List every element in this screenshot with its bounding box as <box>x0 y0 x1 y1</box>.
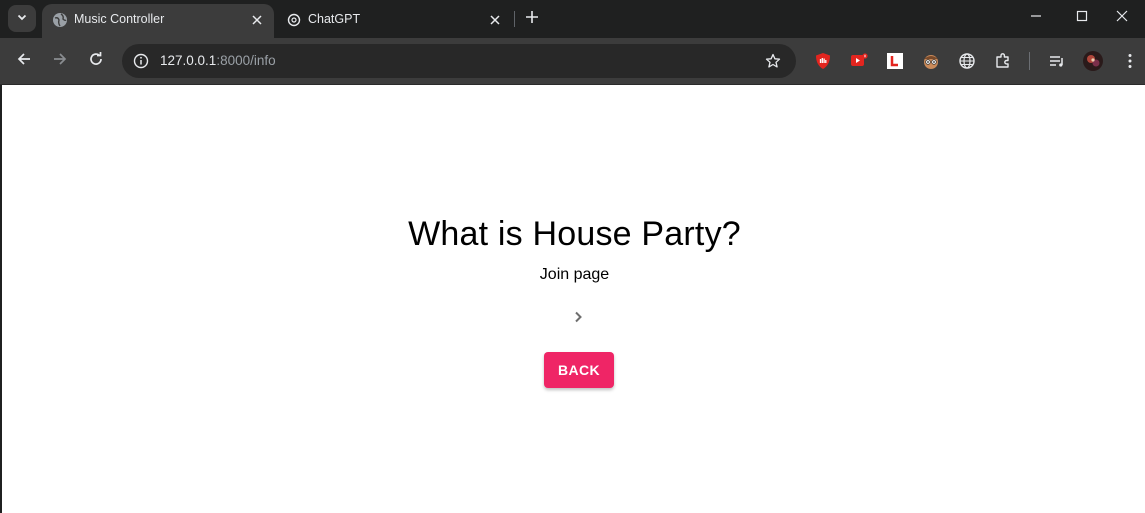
chevron-right-icon <box>571 310 585 329</box>
url-path: :8000/info <box>216 53 276 68</box>
tab-divider <box>514 11 515 27</box>
tab-music-controller[interactable]: Music Controller <box>42 4 274 38</box>
next-page-button[interactable] <box>566 307 590 331</box>
tab-strip: Music Controller ChatGPT <box>0 0 1145 38</box>
tab-chatgpt[interactable]: ChatGPT <box>276 4 512 38</box>
plus-icon <box>525 10 539 29</box>
close-icon[interactable] <box>248 11 266 29</box>
l-extension-icon[interactable] <box>885 51 905 71</box>
tab-title: Music Controller <box>74 12 165 26</box>
new-tab-button[interactable] <box>520 7 544 31</box>
globe-icon <box>52 12 68 28</box>
ublock-icon[interactable] <box>813 51 833 71</box>
chatgpt-icon <box>286 12 302 28</box>
window-close-button[interactable] <box>1099 0 1145 36</box>
reload-button[interactable] <box>82 47 110 75</box>
page-title: What is House Party? <box>408 215 741 253</box>
page-subtext: Join page <box>539 266 610 283</box>
minimize-icon <box>1030 9 1042 27</box>
page-content: What is House Party? Join page BACK <box>0 85 1145 513</box>
url-host: 127.0.0.1 <box>160 53 217 68</box>
back-nav-button[interactable] <box>10 47 38 75</box>
toolbar-divider <box>1029 52 1030 70</box>
address-bar[interactable]: 127.0.0.1:8000/info <box>122 44 796 78</box>
tab-title: ChatGPT <box>308 12 361 26</box>
forward-nav-button[interactable] <box>46 47 74 75</box>
browser-toolbar: 127.0.0.1:8000/info <box>0 38 1145 84</box>
url-text: 127.0.0.1:8000/info <box>160 53 276 68</box>
youtube-extension-icon[interactable] <box>849 51 869 71</box>
info-icon[interactable] <box>132 52 150 70</box>
media-queue-icon[interactable] <box>1047 51 1067 71</box>
minimize-button[interactable] <box>1013 0 1059 36</box>
chevron-down-icon <box>16 10 28 28</box>
reload-icon <box>88 51 104 72</box>
back-button[interactable]: BACK <box>544 352 614 388</box>
face-extension-icon[interactable] <box>921 51 941 71</box>
maximize-icon <box>1076 9 1088 27</box>
bookmark-star-icon[interactable] <box>764 52 782 70</box>
close-icon <box>1116 9 1128 27</box>
puzzle-icon[interactable] <box>993 51 1013 71</box>
more-menu-icon[interactable] <box>1120 51 1140 71</box>
globe-extension-icon[interactable] <box>957 51 977 71</box>
arrow-left-icon <box>16 51 32 72</box>
avatar[interactable] <box>1082 50 1104 72</box>
tab-search-button[interactable] <box>8 5 36 32</box>
arrow-right-icon <box>52 51 68 72</box>
close-icon[interactable] <box>486 11 504 29</box>
